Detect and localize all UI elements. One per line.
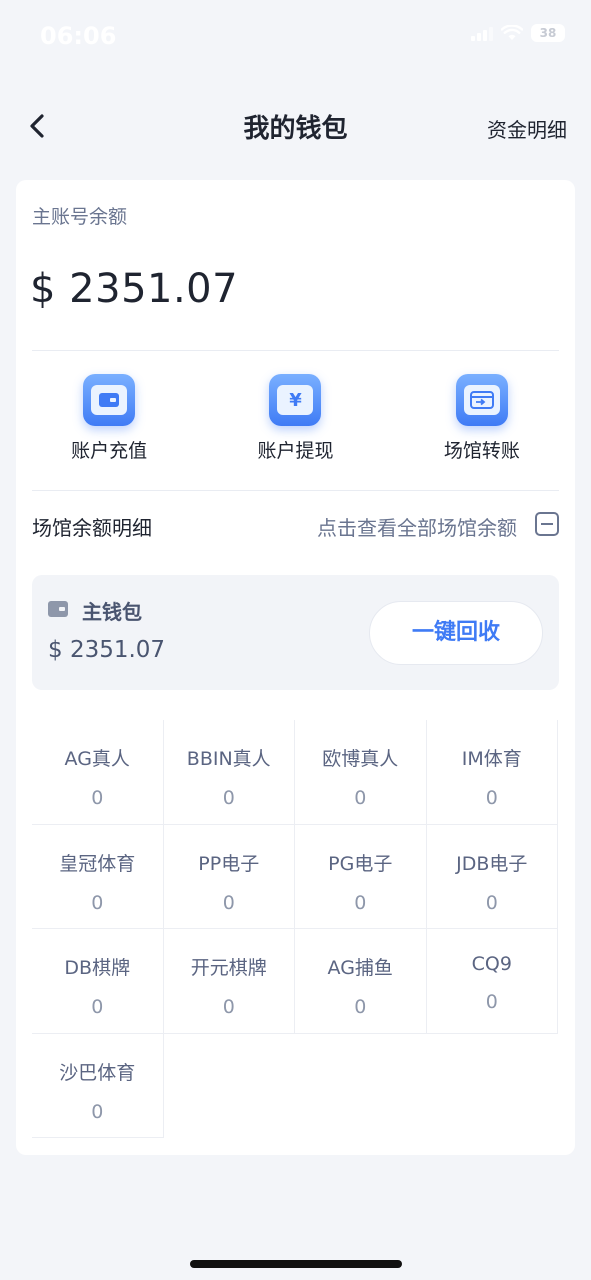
deposit-button[interactable]: 账户充值 xyxy=(16,374,202,466)
withdraw-label: 账户提现 xyxy=(257,440,334,462)
venue-name: CQ9 xyxy=(471,953,512,975)
venue-cell: JDB电子 0 xyxy=(426,824,558,929)
wallet-icon xyxy=(48,601,68,617)
venue-name: AG捕鱼 xyxy=(327,957,393,979)
venue-cell: 欧博真人 0 xyxy=(295,720,427,825)
collapse-icon[interactable] xyxy=(535,512,559,536)
status-icons: 38 xyxy=(471,24,565,42)
divider xyxy=(32,490,559,491)
view-all-venues-link[interactable]: 点击查看全部场馆余额 xyxy=(317,512,517,541)
action-row: 账户充值 ¥ 账户提现 场馆转账 xyxy=(16,374,575,466)
one-click-recall-button[interactable]: 一键回收 xyxy=(369,601,543,665)
venue-section-title: 场馆余额明细 xyxy=(32,516,152,540)
venue-name: BBIN真人 xyxy=(186,748,271,770)
venue-balance: 0 xyxy=(354,891,367,914)
venue-balance: 0 xyxy=(222,996,235,1018)
venue-grid: AG真人 0 BBIN真人 0 欧博真人 0 IM体育 0 皇冠体育 0 PP电子 0 PG… xyxy=(32,720,558,1138)
venue-cell: PP电子 0 xyxy=(163,824,295,929)
deposit-label: 账户充值 xyxy=(71,440,148,462)
signal-icon xyxy=(471,25,493,41)
wallet-icon xyxy=(83,374,136,426)
yen-icon: ¥ xyxy=(269,374,322,426)
venue-name: AG真人 xyxy=(64,748,130,770)
venue-balance: 0 xyxy=(485,891,498,914)
venue-balance: 0 xyxy=(485,787,498,809)
venue-cell: AG捕鱼 0 xyxy=(295,929,427,1034)
status-time: 06:06 xyxy=(40,22,117,50)
venue-cell: BBIN真人 0 xyxy=(163,720,295,825)
venue-cell: IM体育 0 xyxy=(426,720,558,825)
venue-name: 皇冠体育 xyxy=(59,852,136,875)
venue-cell: 开元棋牌 0 xyxy=(163,929,295,1034)
venue-name: PP电子 xyxy=(198,852,260,875)
divider xyxy=(32,350,559,351)
venue-balance: 0 xyxy=(354,996,367,1018)
nav-bar: 我的钱包 资金明细 xyxy=(0,96,591,156)
venue-cell: AG真人 0 xyxy=(32,720,164,825)
venue-balance: 0 xyxy=(91,996,104,1018)
venue-balance: 0 xyxy=(91,891,104,914)
venue-balance: 0 xyxy=(354,787,367,809)
venue-name: 沙巴体育 xyxy=(59,1061,136,1084)
wifi-icon xyxy=(501,25,523,40)
venue-balance: 0 xyxy=(91,787,104,809)
wallet-card: 主账号余额 $ 2351.07 账户充值 ¥ 账户提现 场馆转账 场馆余额明细 … xyxy=(16,180,575,1155)
venue-cell: PG电子 0 xyxy=(295,824,427,929)
transfer-label: 场馆转账 xyxy=(443,440,520,462)
withdraw-button[interactable]: ¥ 账户提现 xyxy=(202,374,388,466)
venue-balance: 0 xyxy=(222,891,235,914)
venue-balance: 0 xyxy=(485,991,498,1013)
venue-cell: DB棋牌 0 xyxy=(32,929,164,1034)
transfer-icon xyxy=(455,374,508,426)
venue-cell: CQ9 0 xyxy=(426,929,558,1034)
venue-name: DB棋牌 xyxy=(64,957,131,979)
main-balance-value: $ 2351.07 xyxy=(30,266,239,312)
venue-name: 开元棋牌 xyxy=(190,957,267,979)
venue-name: 欧博真人 xyxy=(322,748,399,770)
home-indicator xyxy=(190,1260,402,1268)
venue-cell: 皇冠体育 0 xyxy=(32,824,164,929)
main-balance-label: 主账号余额 xyxy=(32,206,128,228)
venue-balance: 0 xyxy=(222,787,235,809)
main-wallet-name: 主钱包 xyxy=(82,600,142,624)
venue-name: IM体育 xyxy=(461,748,522,770)
venue-name: JDB电子 xyxy=(456,852,528,875)
transfer-button[interactable]: 场馆转账 xyxy=(389,374,575,466)
status-bar: 06:06 38 xyxy=(0,0,591,72)
fund-details-link[interactable]: 资金明细 xyxy=(487,114,567,143)
venue-balance: 0 xyxy=(91,1100,104,1123)
venue-name: PG电子 xyxy=(328,852,393,875)
main-wallet-amount: $ 2351.07 xyxy=(48,637,166,663)
battery-icon: 38 xyxy=(531,24,565,42)
venue-section-header: 场馆余额明细 点击查看全部场馆余额 xyxy=(32,510,559,542)
main-wallet-box: 主钱包 $ 2351.07 一键回收 xyxy=(32,575,559,690)
venue-cell: 沙巴体育 0 xyxy=(32,1033,164,1138)
